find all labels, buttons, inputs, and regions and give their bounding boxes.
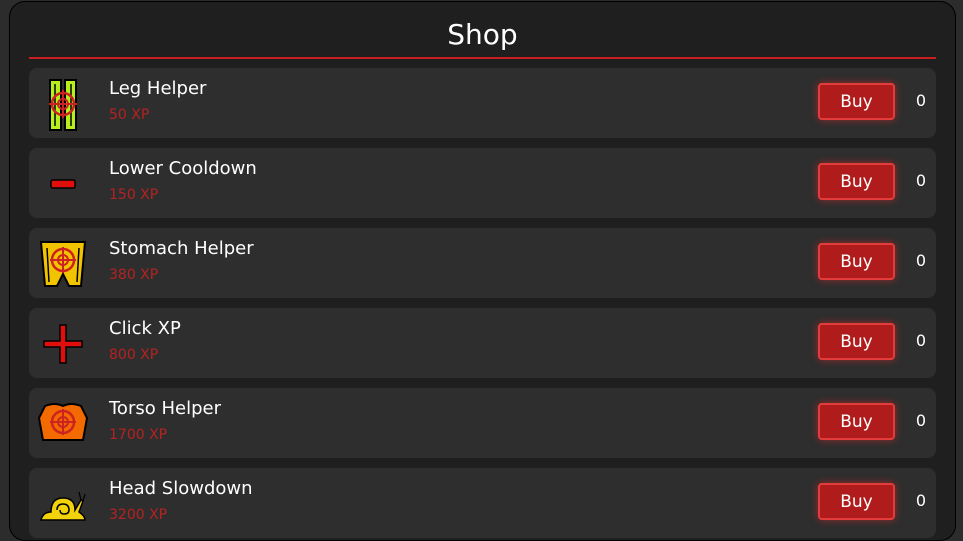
shop-item-head-slowdown: Head Slowdown 3200 XP Buy 0 — [29, 468, 936, 538]
shop-item-click-xp: Click XP 800 XP Buy 0 — [29, 308, 936, 378]
buy-button[interactable]: Buy — [818, 83, 895, 120]
buy-button[interactable]: Buy — [818, 403, 895, 440]
item-count: 0 — [915, 251, 927, 270]
stomach-target-icon — [35, 236, 91, 292]
shop-title: Shop — [29, 15, 936, 59]
shop-item-lower-cooldown: Lower Cooldown 150 XP Buy 0 — [29, 148, 936, 218]
item-name: Click XP — [109, 318, 181, 339]
shop-item-leg-helper: Leg Helper 50 XP Buy 0 — [29, 68, 936, 138]
buy-button[interactable]: Buy — [818, 243, 895, 280]
item-price: 50 XP — [109, 107, 150, 123]
item-name: Head Slowdown — [109, 478, 253, 499]
legs-target-icon — [35, 76, 91, 132]
item-price: 380 XP — [109, 267, 159, 283]
item-count: 0 — [915, 331, 927, 350]
snail-icon — [35, 476, 91, 532]
buy-button[interactable]: Buy — [818, 483, 895, 520]
item-name: Lower Cooldown — [109, 158, 257, 179]
item-name: Stomach Helper — [109, 238, 254, 259]
item-price: 1700 XP — [109, 427, 168, 443]
item-count: 0 — [915, 411, 927, 430]
item-price: 150 XP — [109, 187, 159, 203]
shop-item-torso-helper: Torso Helper 1700 XP Buy 0 — [29, 388, 936, 458]
buy-button[interactable]: Buy — [818, 323, 895, 360]
item-count: 0 — [915, 491, 927, 510]
item-name: Leg Helper — [109, 78, 207, 99]
item-count: 0 — [915, 91, 927, 110]
item-price: 3200 XP — [109, 507, 168, 523]
item-count: 0 — [915, 171, 927, 190]
item-price: 800 XP — [109, 347, 159, 363]
shop-panel: Shop Leg Helper 50 XP Buy 0 Lower Cooldo — [9, 1, 956, 541]
torso-target-icon — [35, 396, 91, 452]
minus-icon — [35, 156, 91, 212]
item-name: Torso Helper — [109, 398, 221, 419]
shop-item-stomach-helper: Stomach Helper 380 XP Buy 0 — [29, 228, 936, 298]
plus-icon — [35, 316, 91, 372]
buy-button[interactable]: Buy — [818, 163, 895, 200]
